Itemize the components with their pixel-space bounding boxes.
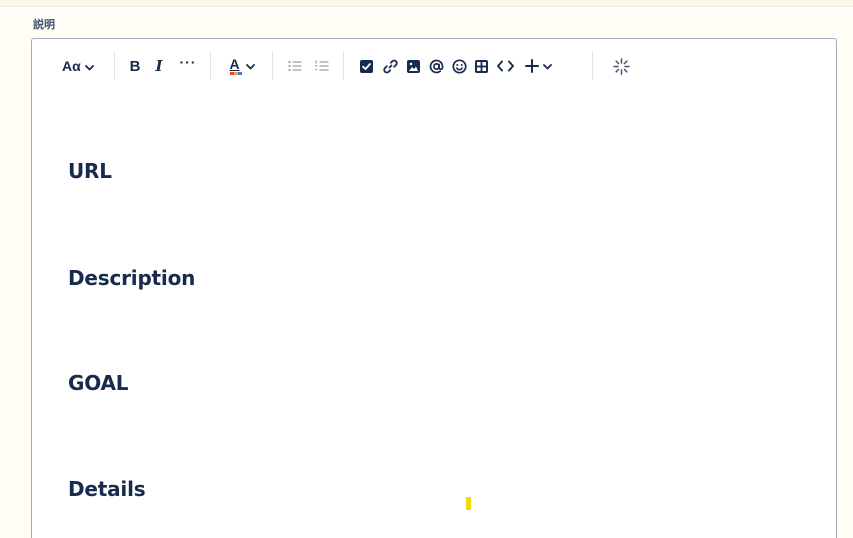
code-button[interactable] bbox=[496, 56, 514, 76]
emoji-icon bbox=[451, 58, 467, 74]
emoji-button[interactable] bbox=[451, 56, 467, 76]
top-strip bbox=[0, 0, 853, 7]
chevron-down-icon bbox=[542, 57, 552, 75]
toolbar-separator bbox=[210, 52, 211, 80]
ai-sparkle-icon bbox=[612, 57, 630, 75]
image-button[interactable] bbox=[406, 56, 420, 76]
table-button[interactable] bbox=[474, 56, 488, 76]
chevron-down-icon bbox=[245, 57, 255, 75]
insert-dropdown[interactable] bbox=[522, 56, 554, 76]
bullet-list-icon bbox=[288, 60, 302, 72]
numbered-list-icon bbox=[315, 60, 329, 71]
heading-goal: GOAL bbox=[68, 371, 129, 395]
text-cursor bbox=[466, 497, 471, 510]
description-field-label: 説明 bbox=[33, 18, 55, 31]
text-color-label: A bbox=[229, 56, 240, 72]
text-style-dropdown[interactable]: Aα bbox=[62, 56, 94, 76]
insert-plus-icon bbox=[524, 59, 539, 73]
rich-text-editor[interactable]: Aα B I ··· A URL Description GOAL Detail… bbox=[31, 38, 837, 538]
toolbar-separator bbox=[114, 52, 115, 80]
chevron-down-icon bbox=[84, 58, 94, 74]
bold-button[interactable]: B bbox=[128, 56, 142, 76]
editor-toolbar: Aα B I ··· A bbox=[32, 39, 836, 93]
link-icon bbox=[382, 59, 398, 73]
link-button[interactable] bbox=[382, 56, 398, 76]
toolbar-separator bbox=[343, 52, 344, 80]
mention-icon bbox=[429, 59, 443, 73]
table-icon bbox=[474, 59, 488, 73]
numbered-list-button[interactable] bbox=[314, 56, 330, 76]
image-icon bbox=[406, 59, 420, 73]
code-icon bbox=[496, 60, 514, 72]
task-checkbox-icon bbox=[359, 59, 373, 73]
heading-url: URL bbox=[68, 159, 112, 183]
task-list-button[interactable] bbox=[359, 56, 373, 76]
heading-description: Description bbox=[68, 266, 196, 290]
mention-button[interactable] bbox=[428, 56, 444, 76]
text-color-dropdown[interactable]: A bbox=[225, 56, 259, 76]
bullet-list-button[interactable] bbox=[287, 56, 303, 76]
more-formatting-label: ··· bbox=[179, 54, 197, 70]
italic-label: I bbox=[155, 57, 163, 75]
text-color-icon: A bbox=[229, 56, 242, 75]
toolbar-separator bbox=[592, 52, 593, 80]
color-bar bbox=[229, 72, 242, 75]
bold-label: B bbox=[129, 57, 141, 75]
toolbar-separator bbox=[272, 52, 273, 80]
more-formatting-button[interactable]: ··· bbox=[179, 52, 197, 72]
ai-assist-button[interactable] bbox=[612, 56, 630, 76]
heading-details: Details bbox=[68, 477, 146, 501]
italic-button[interactable]: I bbox=[152, 56, 166, 76]
text-style-label: Aα bbox=[62, 58, 81, 74]
